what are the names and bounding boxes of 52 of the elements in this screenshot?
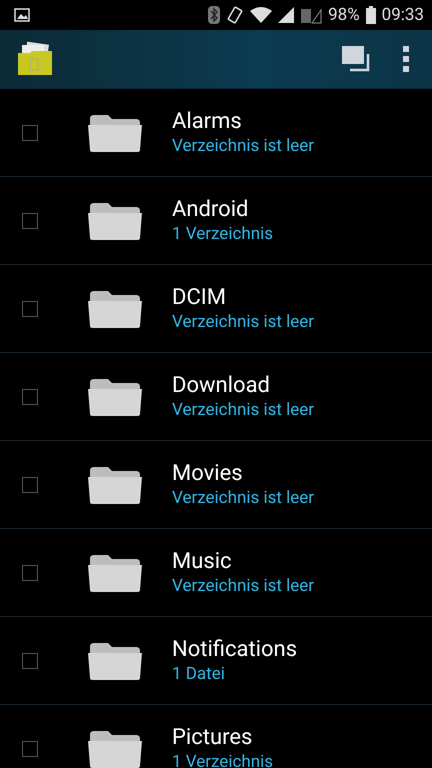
folder-icon	[88, 376, 142, 416]
no-sim-signal-icon	[300, 6, 322, 24]
checkbox[interactable]	[22, 652, 38, 668]
wifi-icon	[250, 7, 272, 23]
folder-icon	[88, 112, 142, 152]
battery-icon	[366, 6, 376, 24]
folder-name: Alarms	[172, 109, 243, 134]
clock: 09:33	[382, 5, 424, 25]
folder-row[interactable]: Notifications 1 Datei	[0, 617, 432, 705]
checkbox[interactable]	[22, 124, 38, 140]
folder-row[interactable]: Music Verzeichnis ist leer	[0, 529, 432, 617]
folder-name: Music	[172, 549, 233, 574]
folder-name: Movies	[172, 461, 244, 486]
folder-row[interactable]: DCIM Verzeichnis ist leer	[0, 265, 432, 353]
checkbox[interactable]	[22, 564, 38, 580]
folder-icon	[88, 288, 142, 328]
checkbox[interactable]	[22, 740, 38, 756]
folder-icon	[88, 552, 142, 592]
folder-row[interactable]: Download Verzeichnis ist leer	[0, 353, 432, 441]
folder-row[interactable]: Alarms Verzeichnis ist leer	[0, 89, 432, 177]
overflow-menu-icon[interactable]	[402, 46, 410, 72]
checkbox[interactable]	[22, 300, 38, 316]
folder-info: Verzeichnis ist leer	[172, 312, 314, 332]
battery-percentage: 98%	[328, 5, 360, 25]
folder-row[interactable]: Android 1 Verzeichnis	[0, 177, 432, 265]
windows-icon[interactable]	[342, 46, 370, 72]
folder-name: DCIM	[172, 285, 227, 310]
checkbox[interactable]	[22, 388, 38, 404]
folder-info: Verzeichnis ist leer	[172, 488, 314, 508]
bluetooth-icon	[208, 6, 220, 24]
folder-icon	[88, 728, 142, 768]
folder-row[interactable]: Movies Verzeichnis ist leer	[0, 441, 432, 529]
checkbox[interactable]	[22, 212, 38, 228]
rotation-icon	[226, 6, 244, 24]
folder-info: 1 Verzeichnis	[172, 752, 274, 768]
folder-row[interactable]: Pictures 1 Verzeichnis	[0, 705, 432, 768]
folder-info: 1 Datei	[172, 664, 226, 684]
folder-name: Download	[172, 373, 271, 398]
folder-icon	[88, 200, 142, 240]
folder-info: Verzeichnis ist leer	[172, 576, 314, 596]
folder-info: 1 Verzeichnis	[172, 224, 274, 244]
folder-info: Verzeichnis ist leer	[172, 136, 314, 156]
folder-info: Verzeichnis ist leer	[172, 400, 314, 420]
folder-name: Android	[172, 197, 250, 222]
signal-icon	[278, 7, 294, 23]
picture-notification-icon	[14, 8, 30, 22]
folder-name: Pictures	[172, 725, 254, 750]
folder-icon	[88, 640, 142, 680]
folder-icon	[88, 464, 142, 504]
folder-app-icon[interactable]	[16, 41, 54, 77]
folder-name: Notifications	[172, 637, 298, 662]
checkbox[interactable]	[22, 476, 38, 492]
